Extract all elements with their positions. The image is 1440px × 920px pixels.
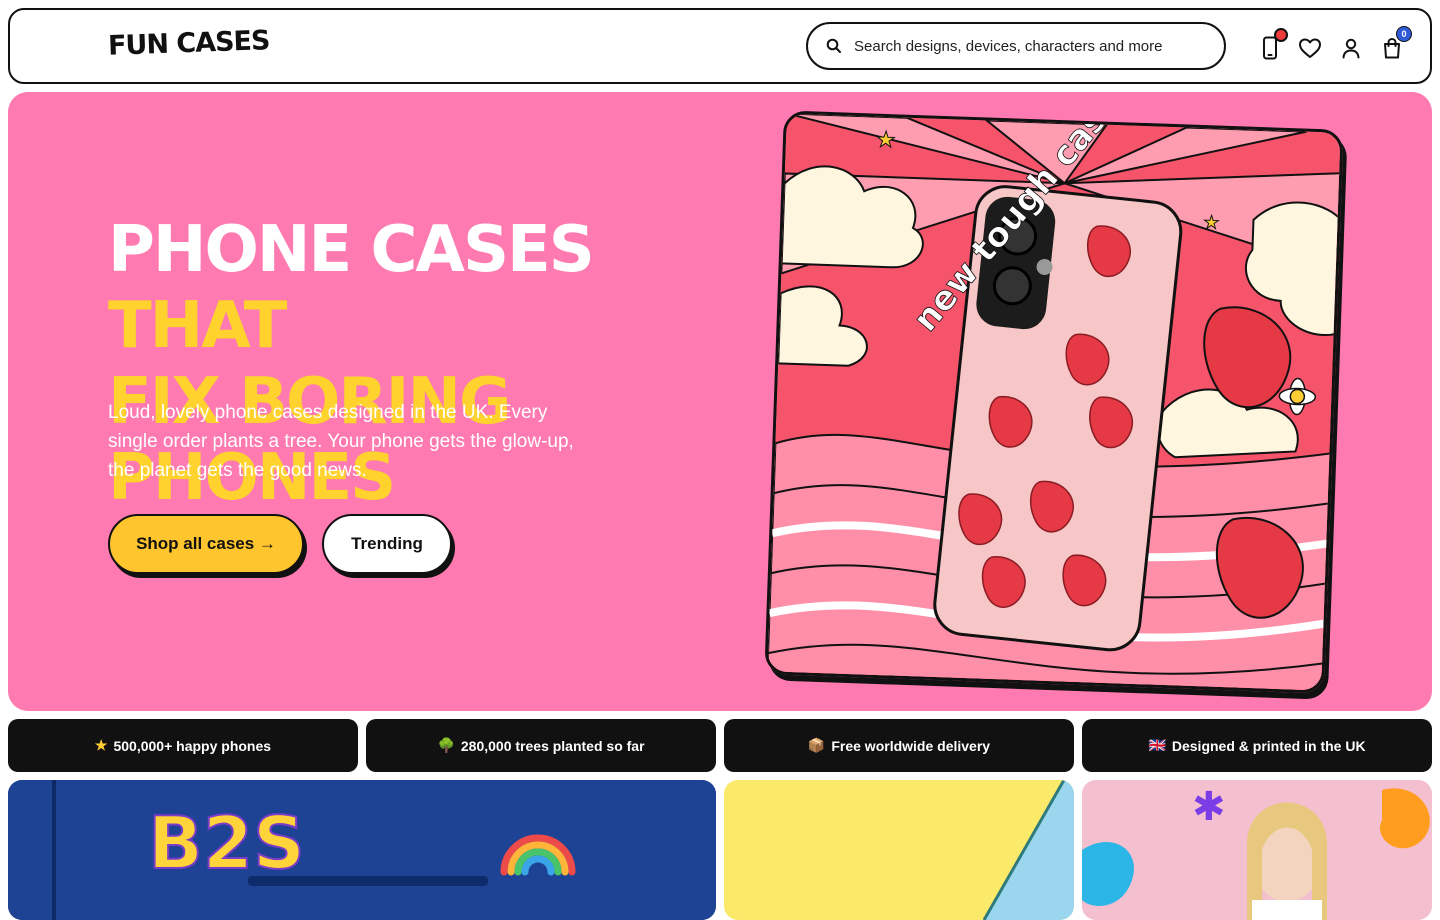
svg-text:★: ★ — [1203, 212, 1220, 234]
stat-label: Designed & printed in the UK — [1171, 737, 1366, 754]
stat-label: 280,000 trees planted so far — [460, 737, 645, 754]
star-icon: ★ — [94, 737, 108, 753]
stat-trees-planted: 🌳 280,000 trees planted so far — [366, 719, 716, 772]
wishlist-button[interactable] — [1296, 34, 1324, 62]
logo[interactable]: FUN CASES — [108, 25, 270, 62]
uk-flag-icon: 🇬🇧 — [1148, 737, 1166, 753]
hero-banner: PHONE CASES THAT FIX BORING PHONES Loud,… — [8, 92, 1432, 711]
heart-icon — [1299, 38, 1321, 58]
stat-free-delivery: 📦 Free worldwide delivery — [724, 719, 1074, 772]
hero-subtitle: Loud, lovely phone cases designed in the… — [108, 402, 574, 481]
shop-all-cases-button[interactable]: Shop all cases → — [108, 514, 304, 574]
back-to-school-tile[interactable]: B2S — [8, 780, 716, 920]
search-bar[interactable] — [806, 22, 1226, 70]
notification-dot — [1274, 28, 1288, 42]
hero-title-white: PHONE CASES — [108, 213, 595, 287]
colour-block-image — [724, 780, 1074, 920]
cart-count-badge: 0 — [1396, 26, 1412, 42]
trending-button[interactable]: Trending — [322, 514, 452, 574]
cart-button[interactable]: 0 — [1378, 26, 1412, 62]
account-button[interactable] — [1337, 34, 1365, 62]
strawberry-case-illustration: ★ ★ new tough cases — [766, 110, 1344, 694]
svg-text:★: ★ — [876, 128, 897, 154]
user-icon — [1342, 38, 1360, 59]
site-header: FUN CASES 0 — [8, 8, 1432, 84]
promo-tiles: B2S ✱ — [8, 780, 1432, 920]
b2s-letters: B2S — [148, 801, 305, 885]
search-icon — [826, 38, 841, 53]
lifestyle-tile[interactable]: ✱ — [1082, 780, 1432, 920]
colour-block-tile[interactable] — [724, 780, 1074, 920]
stat-designed-uk: 🇬🇧 Designed & printed in the UK — [1082, 719, 1432, 772]
b2s-image: B2S — [8, 780, 716, 920]
stat-label: 500,000+ happy phones — [113, 737, 272, 754]
stat-label: Free worldwide delivery — [831, 737, 991, 754]
lifestyle-image: ✱ — [1082, 780, 1432, 920]
stat-happy-phones: ★ 500,000+ happy phones — [8, 719, 358, 772]
box-icon: 📦 — [807, 737, 826, 753]
hero-title-yellow-1: THAT — [108, 289, 287, 363]
search-input[interactable] — [854, 37, 1194, 55]
tree-icon: 🌳 — [437, 737, 455, 753]
hero-product-image[interactable]: ★ ★ new tough cases — [764, 110, 1344, 694]
stats-strip: ★ 500,000+ happy phones 🌳 280,000 trees … — [8, 719, 1432, 772]
svg-text:✱: ✱ — [1192, 784, 1226, 830]
device-selector-button[interactable] — [1256, 28, 1288, 62]
